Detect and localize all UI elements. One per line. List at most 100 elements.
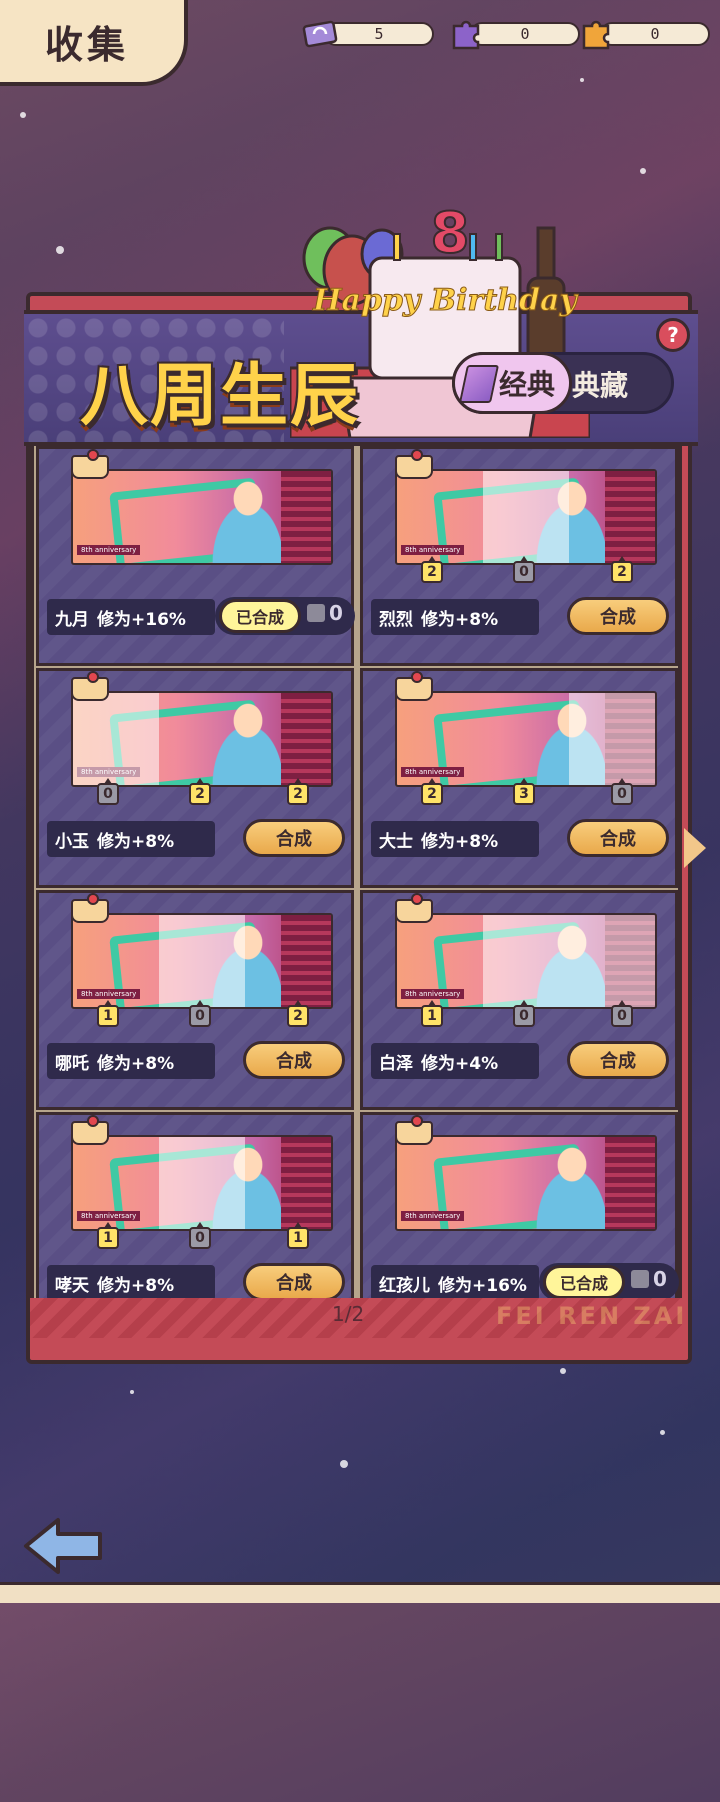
piece-count-badge: 2 xyxy=(287,1000,309,1027)
card-art: 8th anniversary xyxy=(395,469,657,565)
character-name: 大士 xyxy=(379,831,413,852)
character-name: 小玉 xyxy=(55,831,89,852)
tab-collection[interactable]: 典藏 xyxy=(572,364,628,404)
character-name: 白泽 xyxy=(379,1053,413,1074)
character-name: 烈烈 xyxy=(379,609,413,630)
character-card[interactable]: 8th anniversary 2 3 0 大士 修为+8% 合成 xyxy=(360,668,678,888)
leftover-piece-count: 0 xyxy=(329,601,343,625)
synthesize-button[interactable]: 合成 xyxy=(567,819,669,857)
leftover-pieces: 0 xyxy=(631,1267,667,1291)
character-name: 哮天 xyxy=(55,1275,89,1296)
card-name-bar: 烈烈 修为+8% xyxy=(371,599,539,635)
page-indicator: 1/2 xyxy=(332,1302,365,1326)
art-stripe xyxy=(281,1137,331,1229)
cake-icon xyxy=(395,1115,433,1145)
anniversary-tag: 8th anniversary xyxy=(401,767,465,777)
card-art: 8th anniversary xyxy=(71,1135,333,1231)
missing-piece-overlay xyxy=(483,915,569,1007)
piece-count-badge: 2 xyxy=(421,556,443,583)
character-card[interactable]: 8th anniversary0 2 2 小玉修为+8% 合成 xyxy=(36,668,354,888)
character-bonus: 修为+8% xyxy=(421,831,499,852)
missing-piece-overlay xyxy=(483,471,569,563)
resource-puzzle-purple-value: 0 xyxy=(470,22,580,46)
cake-icon xyxy=(71,449,109,479)
piece-count-badge: 1 xyxy=(287,1222,309,1249)
leftover-piece-count: 0 xyxy=(653,1267,667,1291)
sparkle xyxy=(640,168,646,174)
anniversary-tag: 8th anniversary xyxy=(77,545,141,555)
piece-count-badge: 2 xyxy=(287,778,309,805)
piece-count-badge: 3 xyxy=(513,778,535,805)
next-page-arrow[interactable] xyxy=(684,828,706,868)
event-title: 八周生辰 xyxy=(80,357,361,436)
cake-icon xyxy=(71,893,109,923)
card-art: 8th anniversary xyxy=(395,691,657,787)
card-name-bar: 哪吒 修为+8% xyxy=(47,1043,215,1079)
card-name-bar: 白泽 修为+4% xyxy=(371,1043,539,1079)
missing-piece-overlay xyxy=(73,693,159,785)
page-title: 收集 xyxy=(44,22,129,67)
card-name-bar: 哮天 修为+8% xyxy=(47,1265,215,1301)
help-button[interactable]: ? xyxy=(656,318,690,352)
piece-count-badge: 0 xyxy=(97,778,119,805)
sparkle xyxy=(560,1368,566,1374)
card-name-bar: 红孩儿 修为+16% xyxy=(371,1265,539,1301)
anniversary-tag: 8th anniversary xyxy=(401,545,465,555)
cake-icon xyxy=(395,893,433,923)
character-bonus: 修为+16% xyxy=(97,609,186,630)
art-stripe xyxy=(281,471,331,563)
resource-puzzle-orange-value: 0 xyxy=(600,22,710,46)
synthesize-button[interactable]: 合成 xyxy=(567,597,669,635)
puzzle-piece-icon xyxy=(582,20,610,50)
piece-count-badge: 0 xyxy=(189,1222,211,1249)
anniversary-tag: 8th anniversary xyxy=(77,989,141,999)
missing-piece-overlay xyxy=(159,915,245,1007)
cake-icon xyxy=(71,1115,109,1145)
tab-classic[interactable]: 经典 xyxy=(452,352,572,414)
puzzle-piece-icon xyxy=(631,1270,649,1288)
piece-count-badge: 0 xyxy=(611,778,633,805)
synthesized-badge: 已合成 xyxy=(543,1265,625,1299)
card-name-bar: 大士 修为+8% xyxy=(371,821,539,857)
puzzle-piece-icon xyxy=(307,604,325,622)
page-title-tab: 收集 xyxy=(0,0,188,86)
gem-icon xyxy=(458,365,500,403)
cake-icon xyxy=(395,671,433,701)
character-card[interactable]: 8th anniversary 1 0 2 哪吒 修为+8% 合成 xyxy=(36,890,354,1110)
card-art: 8th anniversary xyxy=(71,691,333,787)
watermark-text: FEI REN ZAI xyxy=(496,1302,688,1330)
sparkle xyxy=(130,1390,134,1394)
synthesize-button[interactable]: 合成 xyxy=(243,1263,345,1301)
synthesize-button[interactable]: 合成 xyxy=(567,1041,669,1079)
character-name: 九月 xyxy=(55,609,89,630)
character-name: 哪吒 xyxy=(55,1053,89,1074)
card-name-bar: 九月 修为+16% xyxy=(47,599,215,635)
card-art: 8th anniversary xyxy=(395,913,657,1009)
character-card[interactable]: 8th anniversary 1 0 0 白泽 修为+4% 合成 xyxy=(360,890,678,1110)
piece-count-badge: 1 xyxy=(97,1000,119,1027)
art-stripe xyxy=(281,915,331,1007)
tab-classic-label: 经典 xyxy=(498,368,555,401)
character-card[interactable]: 8th anniversary 九月 修为+16% 已合成 0 xyxy=(36,446,355,666)
art-stripe xyxy=(605,1137,655,1229)
ticket-icon xyxy=(302,20,338,48)
sparkle xyxy=(660,1430,665,1435)
card-art: 8th anniversary xyxy=(395,1135,657,1231)
anniversary-tag: 8th anniversary xyxy=(401,989,465,999)
synthesize-button[interactable]: 合成 xyxy=(243,1041,345,1079)
art-stripe xyxy=(281,693,331,785)
piece-count-badge: 1 xyxy=(97,1222,119,1249)
synthesized-badge: 已合成 xyxy=(219,599,301,633)
cake-icon xyxy=(395,449,433,479)
character-name: 红孩儿 xyxy=(379,1275,430,1296)
piece-count-badge: 1 xyxy=(421,1000,443,1027)
card-art: 8th anniversary xyxy=(71,913,333,1009)
synthesize-button[interactable]: 合成 xyxy=(243,819,345,857)
piece-count-badge: 0 xyxy=(513,556,535,583)
piece-count-badge: 2 xyxy=(611,556,633,583)
back-button[interactable] xyxy=(22,1514,106,1578)
art-stripe xyxy=(605,471,655,563)
character-card[interactable]: 8th anniversary 2 0 2 烈烈 修为+8% 合成 xyxy=(360,446,678,666)
piece-count-badge: 0 xyxy=(189,1000,211,1027)
sparkle xyxy=(580,78,584,82)
